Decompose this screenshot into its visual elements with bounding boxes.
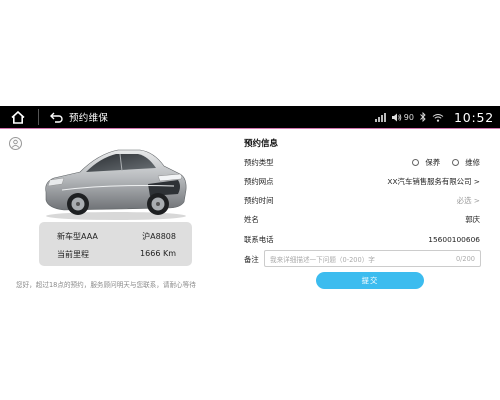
dealer-value[interactable]: XX汽车销售服务有限公司 >	[387, 176, 480, 187]
home-icon	[11, 110, 25, 124]
radio-maintenance-label: 保养	[425, 157, 441, 167]
radio-repair[interactable]: 维修	[452, 157, 480, 168]
remark-counter: 0/200	[455, 254, 475, 263]
appointment-type-options: 保养 维修	[412, 157, 480, 168]
header-accent-line	[0, 128, 500, 129]
appointment-type-label: 预约类型	[244, 157, 274, 167]
wifi-icon	[432, 113, 444, 122]
vehicle-plate: 沪A8808	[142, 232, 176, 241]
phone-label: 联系电话	[244, 234, 274, 244]
name-label: 姓名	[244, 214, 259, 224]
vehicle-model: 新车型AAA	[57, 232, 98, 241]
appointment-notice: 您好，超过18点的预约，服务顾问明天与您联系，请耐心等待	[16, 281, 196, 289]
top-bar: 预约维保 90 10:52	[0, 106, 500, 128]
signal-icon	[374, 112, 386, 122]
vehicle-info-card: 新车型AAA 沪A8808 当前里程 1666 Km	[39, 222, 192, 266]
radio-repair-label: 维修	[465, 157, 480, 167]
mileage-label: 当前里程	[57, 250, 89, 259]
dealer-row[interactable]: 预约网点 XX汽车销售服务有限公司 >	[244, 175, 480, 187]
user-avatar-button[interactable]	[9, 137, 22, 150]
name-value[interactable]: 郭庆	[465, 214, 480, 225]
back-button[interactable]	[45, 106, 67, 128]
status-bar: 90 10:52	[374, 106, 494, 128]
phone-value[interactable]: 15600100606	[428, 235, 480, 244]
volume-level: 90	[403, 112, 414, 122]
appointment-type-row: 预约类型 保养 维修	[244, 156, 480, 168]
appointment-time-select[interactable]: 必选 >	[457, 195, 480, 206]
radio-circle-icon	[412, 158, 420, 166]
clock: 10:52	[453, 109, 494, 125]
page-title: 预约维保	[69, 113, 109, 124]
user-icon	[11, 139, 20, 148]
radio-circle-icon	[452, 158, 460, 166]
vehicle-mileage-row: 当前里程 1666 Km	[57, 249, 176, 261]
home-button[interactable]	[0, 106, 36, 128]
phone-row: 联系电话 15600100606	[244, 233, 480, 245]
vehicle-model-row: 新车型AAA 沪A8808	[57, 231, 176, 243]
appointment-time-row[interactable]: 预约时间 必选 >	[244, 194, 480, 206]
volume-indicator: 90	[391, 112, 414, 122]
submit-button[interactable]: 提交	[316, 272, 424, 289]
volume-icon	[391, 113, 402, 121]
remark-placeholder: 我来详细描述一下问题（0-200）字	[270, 255, 375, 264]
topbar-divider	[38, 109, 39, 125]
remark-label: 备注	[244, 255, 259, 264]
dealer-label: 预约网点	[244, 176, 274, 186]
remark-input[interactable]: 我来详细描述一下问题（0-200）字 0/200	[264, 250, 481, 267]
form-section-title: 预约信息	[244, 139, 279, 149]
back-arrow-icon	[49, 112, 63, 123]
name-row: 姓名 郭庆	[244, 213, 480, 225]
radio-maintenance[interactable]: 保养	[412, 157, 440, 168]
app-screen: 预约维保 90 10:52 新车型AAA 沪A8808 当前里程 1666 Km…	[0, 0, 500, 400]
bluetooth-icon	[420, 112, 426, 122]
appointment-time-label: 预约时间	[244, 195, 274, 205]
mileage-value: 1666 Km	[140, 249, 176, 258]
car-image	[45, 149, 187, 220]
